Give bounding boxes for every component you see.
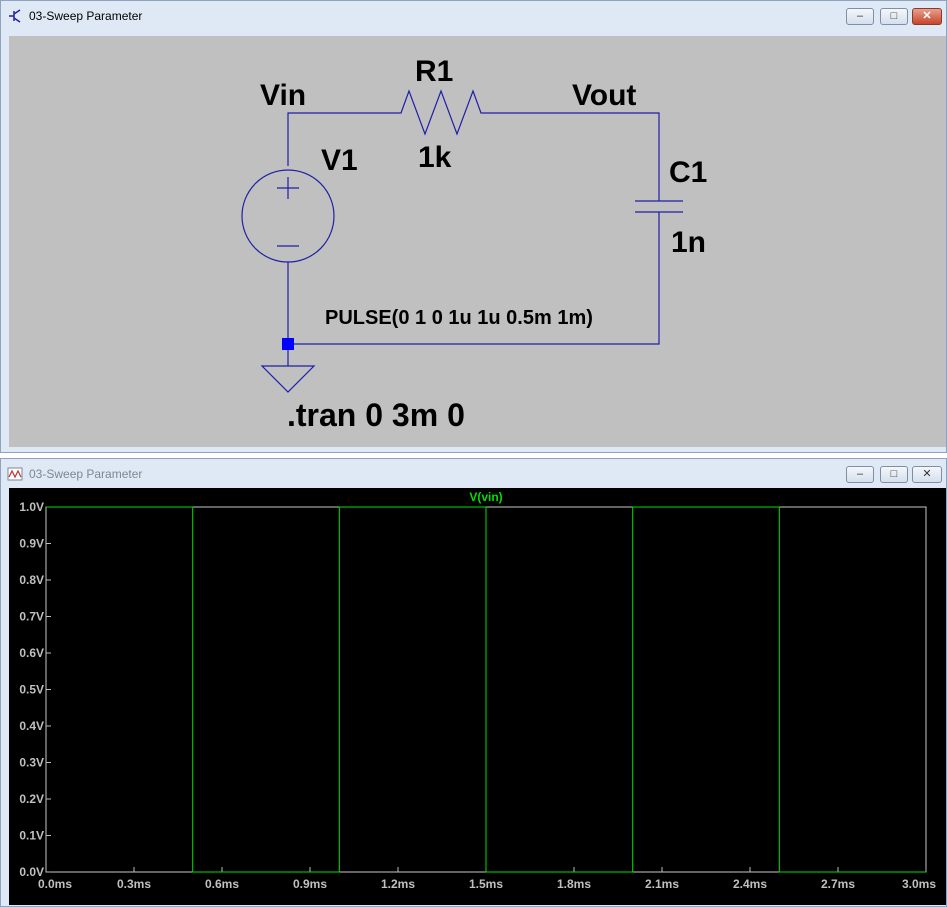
net-label-vin[interactable]: Vin (260, 79, 306, 112)
component-name-v1[interactable]: V1 (321, 144, 358, 177)
schematic-titlebar[interactable]: 03-Sweep Parameter – □ ✕ (1, 1, 946, 31)
x-tick-label: 1.8ms (557, 877, 591, 891)
schematic-window-title: 03-Sweep Parameter (29, 9, 143, 23)
y-tick-label: 0.3V (19, 756, 44, 770)
resistor-r1-symbol (392, 89, 489, 136)
component-value-r1[interactable]: 1k (418, 141, 452, 174)
y-tick-label: 1.0V (19, 500, 44, 514)
waveform-icon (7, 467, 23, 481)
maximize-button[interactable]: □ (880, 8, 908, 25)
component-name-r1[interactable]: R1 (415, 55, 453, 88)
schematic-canvas[interactable]: Vin R1 Vout 1k V1 C1 1n PULSE(0 1 0 1u 1… (9, 36, 946, 447)
traces (46, 506, 926, 873)
wire-vout (489, 112, 660, 201)
trace-vin-line[interactable] (46, 506, 926, 873)
y-tick-label: 0.5V (19, 683, 44, 697)
spice-directive-tran[interactable]: .tran 0 3m 0 (287, 397, 465, 433)
schematic-drawing: Vin R1 Vout 1k V1 C1 1n PULSE(0 1 0 1u 1… (241, 55, 707, 433)
waveform-canvas[interactable]: V(vin) 0.0V 0.1V 0.2V 0.3V 0.4V 0.5V 0.6V 0.7V 0… (9, 488, 946, 905)
minimize-button[interactable]: – (846, 466, 874, 483)
y-tick-label: 0.8V (19, 573, 44, 587)
waveform-window-title: 03-Sweep Parameter (29, 467, 143, 481)
y-tick-label: 0.7V (19, 610, 44, 624)
x-tick-label: 1.2ms (381, 877, 415, 891)
close-button[interactable]: ✕ (912, 466, 942, 483)
waveform-titlebar[interactable]: 03-Sweep Parameter – □ ✕ (1, 459, 946, 489)
x-tick-label: 0.3ms (117, 877, 151, 891)
x-tick-label: 1.5ms (469, 877, 503, 891)
y-tick-label: 0.9V (19, 537, 44, 551)
y-tick-label: 0.6V (19, 646, 44, 660)
x-tick-label: 3.0ms (902, 877, 936, 891)
x-tick-label: 2.4ms (733, 877, 767, 891)
ground-symbol (260, 365, 316, 393)
net-label-vout[interactable]: Vout (572, 79, 636, 112)
transistor-icon (9, 9, 21, 23)
minimize-button[interactable]: – (846, 8, 874, 25)
x-tick-label: 0.6ms (205, 877, 239, 891)
source-value-pulse[interactable]: PULSE(0 1 0 1u 1u 0.5m 1m) (325, 307, 593, 329)
waveform-plot: V(vin) 0.0V0.1V0.2V0.3V0.4V0.5V0.6V0.7V0… (19, 490, 936, 891)
close-button[interactable]: ✕ (912, 8, 942, 25)
component-name-c1[interactable]: C1 (669, 156, 707, 189)
component-value-c1[interactable]: 1n (671, 226, 706, 259)
y-tick-label: 0.1V (19, 829, 44, 843)
y-tick-label: 0.2V (19, 792, 44, 806)
maximize-button[interactable]: □ (880, 466, 908, 483)
x-axis: 0.0ms 0.3ms 0.6ms 0.9ms 1.2ms 1.5ms 1.8ms 2.1ms… (38, 867, 936, 891)
ground-node-junction[interactable] (282, 338, 294, 350)
schematic-window: 03-Sweep Parameter – □ ✕ Vin R1 Vout 1k … (0, 0, 947, 453)
x-tick-label: 0.9ms (293, 877, 327, 891)
x-tick-label: 0.0ms (38, 877, 72, 891)
y-tick-label: 0.4V (19, 719, 44, 733)
x-tick-label: 2.7ms (821, 877, 855, 891)
trace-label-vin[interactable]: V(vin) (469, 490, 502, 504)
x-tick-label: 2.1ms (645, 877, 679, 891)
waveform-window: 03-Sweep Parameter – □ ✕ V(vin) 0.0V 0.1V… (0, 458, 947, 907)
